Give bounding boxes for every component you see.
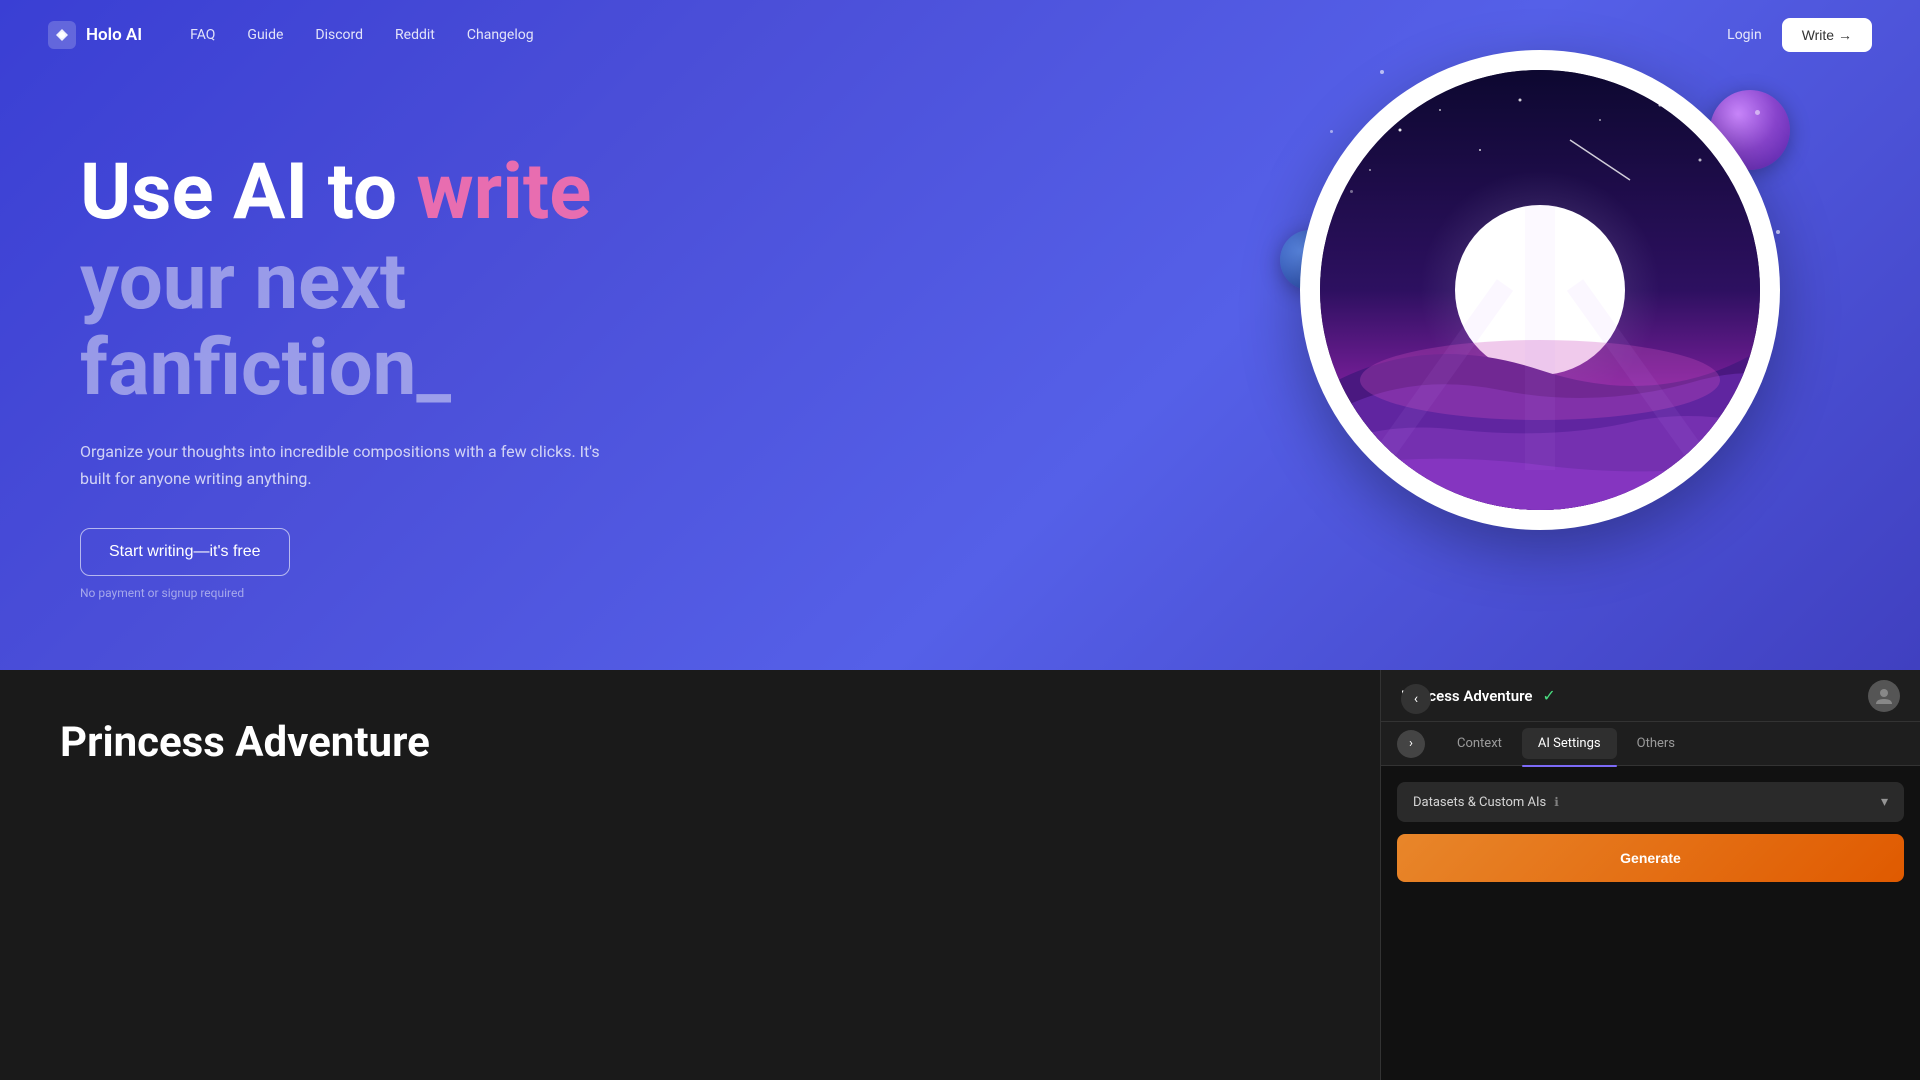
nav-right: Login Write → (1727, 18, 1872, 52)
nav-reddit[interactable]: Reddit (395, 27, 435, 43)
nav-changelog[interactable]: Changelog (467, 27, 534, 43)
generate-button[interactable]: Generate (1397, 834, 1904, 882)
hero-content: Use AI to write your next fanfiction_ Or… (0, 70, 750, 600)
chevron-icon: ▾ (1881, 794, 1888, 810)
navigation: Holo AI FAQ Guide Discord Reddit Changel… (0, 0, 1920, 70)
nav-faq[interactable]: FAQ (190, 27, 215, 43)
tab-others[interactable]: Others (1621, 728, 1691, 759)
no-payment-text: No payment or signup required (80, 586, 670, 600)
hero-cta: Start writing—it's free No payment or si… (80, 528, 670, 600)
panel-left: Princess Adventure (0, 670, 1380, 1080)
avatar-icon (1874, 686, 1894, 706)
logo-icon (48, 21, 76, 49)
bottom-panel: Princess Adventure ‹ Princess Adventure … (0, 670, 1920, 1080)
arrow-icon: › (1409, 736, 1413, 751)
check-icon: ✓ (1542, 686, 1555, 705)
panel-body: Datasets & Custom AIs ℹ ▾ Generate (1381, 766, 1920, 1080)
story-title: Princess Adventure (60, 718, 1320, 767)
datasets-section[interactable]: Datasets & Custom AIs ℹ ▾ (1397, 782, 1904, 822)
hero-illustration (1300, 50, 1800, 550)
hero-title-line2: your next fanfiction_ (80, 240, 670, 412)
hero-title-write: write (416, 147, 591, 238)
hero-title-line1: Use AI to write (80, 150, 670, 236)
hero-subtitle: Organize your thoughts into incredible c… (80, 439, 600, 492)
panel-right: ‹ Princess Adventure ✓ › Context AI Sett… (1380, 670, 1920, 1080)
write-button[interactable]: Write → (1782, 18, 1872, 52)
tab-ai-settings[interactable]: AI Settings (1522, 728, 1617, 759)
section-title: Datasets & Custom AIs ℹ (1413, 795, 1559, 810)
hero-title-fanfiction: your next fanfiction_ (80, 237, 451, 414)
nav-guide[interactable]: Guide (247, 27, 283, 43)
back-icon: ‹ (1414, 691, 1418, 707)
tab-arrow[interactable]: › (1397, 730, 1425, 758)
panel-header: ‹ Princess Adventure ✓ (1381, 670, 1920, 722)
hero-section: Holo AI FAQ Guide Discord Reddit Changel… (0, 0, 1920, 670)
panel-tabs: › Context AI Settings Others (1381, 722, 1920, 766)
section-title-text: Datasets & Custom AIs (1413, 795, 1546, 810)
nav-links: FAQ Guide Discord Reddit Changelog (190, 27, 1727, 43)
logo[interactable]: Holo AI (48, 21, 142, 49)
login-link[interactable]: Login (1727, 27, 1762, 43)
illustration-ring (1300, 50, 1780, 530)
nav-discord[interactable]: Discord (315, 27, 363, 43)
avatar (1868, 680, 1900, 712)
info-icon: ℹ (1554, 795, 1559, 809)
hero-title-prefix: Use AI to (80, 147, 416, 238)
illustration-inner (1320, 70, 1760, 510)
tab-context[interactable]: Context (1441, 728, 1518, 759)
start-writing-button[interactable]: Start writing—it's free (80, 528, 290, 576)
logo-text: Holo AI (86, 25, 142, 45)
landscape-illustration (1320, 70, 1760, 510)
back-button[interactable]: ‹ (1401, 684, 1431, 714)
